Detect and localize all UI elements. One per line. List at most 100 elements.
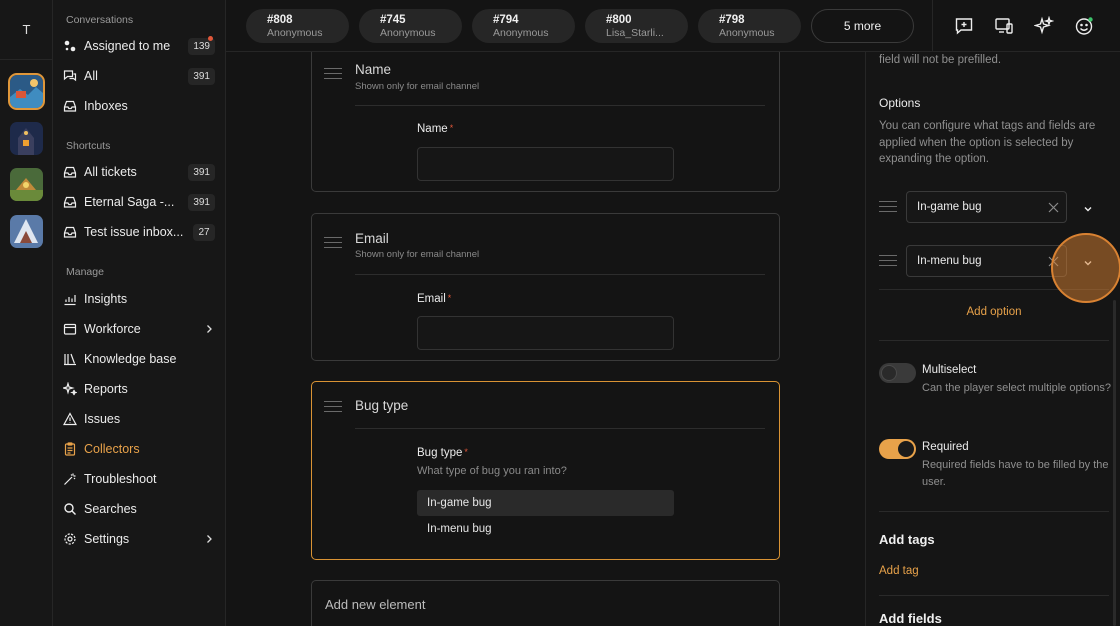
name-element-card[interactable]: Name Shown only for email channel Name * — [311, 52, 780, 192]
add-tags-heading: Add tags — [879, 532, 935, 547]
clear-icon[interactable] — [1048, 202, 1059, 213]
sidebar-item-all-tickets[interactable]: All tickets 391 — [63, 159, 215, 185]
count-badge: 27 — [193, 223, 215, 241]
ticket-tabs-bar: #808 Anonymous #745 Anonymous #794 Anony… — [226, 0, 1120, 52]
game-avatar-4[interactable] — [10, 215, 43, 248]
ai-sparkle-icon[interactable] — [1033, 15, 1055, 36]
inbox-icon — [63, 225, 77, 239]
element-properties-panel: field will not be prefilled. Options You… — [865, 52, 1120, 626]
divider — [879, 511, 1109, 512]
drag-handle-icon[interactable] — [879, 255, 897, 269]
game-avatar-1[interactable] — [8, 73, 45, 110]
option-row-1: In-game bug — [879, 191, 1109, 225]
sidebar-item-issues[interactable]: Issues — [63, 406, 215, 432]
sidebar-item-inboxes[interactable]: Inboxes — [63, 93, 215, 119]
sidebar-item-label: Assigned to me — [84, 39, 171, 53]
ticket-tab-800[interactable]: #800 Lisa_Starli... — [585, 9, 688, 43]
bug-type-options-preview: In-game bug In-menu bug — [417, 490, 674, 542]
sidebar-item-insights[interactable]: Insights — [63, 286, 215, 312]
element-subtitle: Shown only for email channel — [355, 249, 480, 260]
sidebar-item-settings[interactable]: Settings — [63, 526, 215, 552]
sidebar-item-all[interactable]: All 391 — [63, 63, 215, 89]
sidebar-item-label: Issues — [84, 412, 121, 426]
sidebar-item-label: Reports — [84, 382, 128, 396]
sidebar-item-collectors[interactable]: Collectors — [63, 436, 215, 462]
chevron-down-icon[interactable] — [1082, 202, 1094, 214]
sidebar-item-label: Eternal Saga -... — [84, 195, 175, 209]
workspace-switcher[interactable]: T — [0, 0, 53, 60]
sidebar-item-reports[interactable]: Reports — [63, 376, 215, 402]
required-toggle[interactable] — [879, 439, 916, 459]
toggle-knob — [881, 365, 897, 381]
sidebar-item-troubleshoot[interactable]: Troubleshoot — [63, 466, 215, 492]
option-in-game-bug[interactable]: In-game bug — [417, 490, 674, 516]
add-new-element-button[interactable]: Add new element — [311, 580, 780, 626]
add-tag-link[interactable]: Add tag — [879, 565, 919, 577]
option-in-menu-bug[interactable]: In-menu bug — [417, 516, 674, 542]
sidebar-item-assigned[interactable]: Assigned to me 139 — [63, 33, 215, 59]
devices-icon[interactable] — [994, 16, 1014, 36]
drag-handle-icon[interactable] — [324, 237, 342, 251]
sparkle-icon — [63, 382, 77, 396]
sidebar-item-test-issue-inbox[interactable]: Test issue inbox... 27 — [63, 219, 215, 245]
new-message-icon[interactable] — [954, 16, 974, 36]
shortcuts-heading: Shortcuts — [66, 140, 111, 152]
count-badge: 391 — [188, 67, 215, 85]
sidebar: Conversations Assigned to me 139 All 391… — [53, 0, 226, 626]
profile-status-icon[interactable] — [1074, 16, 1094, 36]
library-icon — [63, 352, 77, 366]
sidebar-item-searches[interactable]: Searches — [63, 496, 215, 522]
ticket-tab-798[interactable]: #798 Anonymous — [698, 9, 801, 43]
options-heading: Options — [879, 96, 921, 110]
ticket-tab-808[interactable]: #808 Anonymous — [246, 9, 349, 43]
sidebar-item-label: Collectors — [84, 442, 140, 456]
multiselect-description: Can the player select multiple options? — [922, 382, 1111, 394]
field-label: Name * — [417, 123, 454, 135]
drag-handle-icon[interactable] — [324, 401, 342, 415]
chart-icon — [63, 292, 77, 306]
divider — [879, 595, 1109, 596]
sidebar-item-eternal-saga[interactable]: Eternal Saga -... 391 — [63, 189, 215, 215]
drag-handle-icon[interactable] — [324, 68, 342, 82]
ticket-id: #745 — [380, 14, 406, 26]
ticket-player: Anonymous — [380, 27, 436, 39]
form-builder: Name Shown only for email channel Name * … — [226, 52, 865, 626]
sidebar-item-label: Insights — [84, 292, 128, 306]
ticket-tab-745[interactable]: #745 Anonymous — [359, 9, 462, 43]
divider — [355, 105, 765, 106]
clipboard-icon — [63, 442, 77, 456]
ticket-id: #794 — [493, 14, 519, 26]
sidebar-item-label: All tickets — [84, 165, 137, 179]
option-input-2[interactable]: In-menu bug — [906, 245, 1067, 277]
sidebar-item-label: Troubleshoot — [84, 472, 157, 486]
chevron-right-icon — [203, 323, 215, 335]
email-input-preview[interactable] — [417, 316, 674, 350]
more-tabs-button[interactable]: 5 more — [811, 9, 914, 43]
inbox-icon — [63, 99, 77, 113]
warning-icon — [63, 412, 77, 426]
required-label: Required — [922, 441, 969, 453]
count-badge: 391 — [188, 193, 215, 211]
ticket-tab-794[interactable]: #794 Anonymous — [472, 9, 575, 43]
element-title: Bug type — [355, 398, 409, 413]
toggle-knob — [898, 441, 914, 457]
email-element-card[interactable]: Email Shown only for email channel Email… — [311, 213, 780, 361]
sidebar-item-label: Knowledge base — [84, 352, 177, 366]
multiselect-toggle[interactable] — [879, 363, 916, 383]
sidebar-item-workforce[interactable]: Workforce — [63, 316, 215, 342]
ticket-id: #798 — [719, 14, 745, 26]
ticket-id: #808 — [267, 14, 293, 26]
game-avatar-3[interactable] — [10, 168, 43, 201]
count-badge: 391 — [188, 163, 215, 181]
name-input-preview[interactable] — [417, 147, 674, 181]
field-label: Bug type * — [417, 447, 468, 459]
add-option-button[interactable]: Add option — [879, 306, 1109, 318]
people-icon — [63, 39, 77, 53]
field-help-text: What type of bug you ran into? — [417, 465, 567, 477]
option-input-1[interactable]: In-game bug — [906, 191, 1067, 223]
game-avatar-2[interactable] — [10, 122, 43, 155]
sidebar-item-knowledge-base[interactable]: Knowledge base — [63, 346, 215, 372]
drag-handle-icon[interactable] — [879, 201, 897, 215]
panel-scrollbar[interactable] — [1113, 300, 1116, 626]
bug-type-element-card[interactable]: Bug type Bug type * What type of bug you … — [311, 381, 780, 560]
